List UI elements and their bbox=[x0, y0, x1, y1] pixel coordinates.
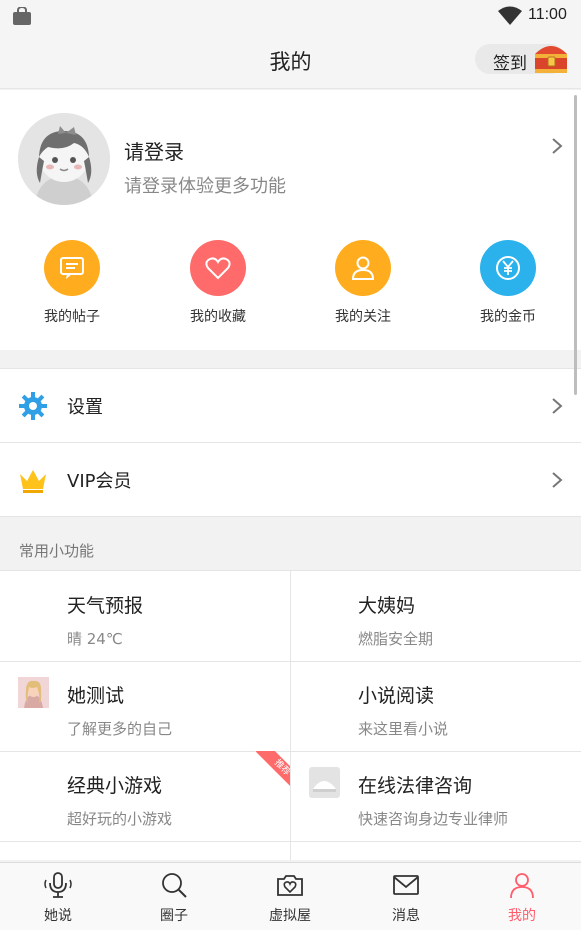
heart-icon bbox=[190, 240, 246, 296]
tab-virtual-house[interactable]: 虚拟屋 bbox=[250, 871, 330, 925]
crown-icon bbox=[20, 470, 46, 493]
my-coins-button[interactable]: 我的金币 bbox=[453, 240, 563, 326]
girl-avatar-icon bbox=[18, 113, 110, 205]
tab-bar: 她说 圈子 虚拟屋 消息 我的 bbox=[0, 862, 581, 930]
feature-title: 天气预报 bbox=[67, 595, 144, 617]
portrait-icon bbox=[18, 677, 49, 708]
tab-she-says[interactable]: 她说 bbox=[18, 871, 98, 925]
period-feature[interactable]: 大姨妈 燃脂安全期 bbox=[291, 571, 581, 661]
checkin-button[interactable]: 签到 bbox=[475, 44, 567, 74]
grid-divider bbox=[0, 841, 581, 842]
feature-subtitle: 燃脂安全期 bbox=[358, 630, 434, 648]
user-icon bbox=[335, 240, 391, 296]
tab-circle[interactable]: 圈子 bbox=[134, 871, 214, 925]
recommend-badge-label: 推荐 bbox=[255, 751, 290, 791]
login-title[interactable]: 请登录 bbox=[124, 136, 184, 165]
feature-subtitle: 超好玩的小游戏 bbox=[67, 810, 173, 828]
feature-subtitle: 晴 24℃ bbox=[67, 630, 123, 648]
my-posts-label: 我的帖子 bbox=[44, 309, 100, 325]
section-title: 常用小功能 bbox=[19, 542, 95, 560]
feature-title: 在线法律咨询 bbox=[358, 775, 473, 797]
profile-card: 请登录 请登录体验更多功能 我的帖子 我的收藏 我的关注 我的金币 bbox=[0, 90, 581, 350]
gear-icon bbox=[19, 392, 47, 420]
legal-icon bbox=[309, 767, 340, 798]
search-icon bbox=[162, 873, 187, 898]
my-favorites-label: 我的收藏 bbox=[190, 309, 246, 325]
chevron-right-icon[interactable] bbox=[550, 136, 564, 156]
my-following-button[interactable]: 我的关注 bbox=[308, 240, 418, 326]
wifi-icon bbox=[498, 6, 522, 25]
coin-icon bbox=[480, 240, 536, 296]
games-feature[interactable]: 经典小游戏 超好玩的小游戏 推荐 bbox=[0, 751, 290, 841]
chevron-right-icon bbox=[552, 472, 563, 488]
tab-label: 圈子 bbox=[160, 908, 188, 924]
vip-label: VIP会员 bbox=[67, 471, 132, 492]
tab-messages[interactable]: 消息 bbox=[366, 871, 446, 925]
status-bar: 11:00 bbox=[0, 0, 581, 32]
my-coins-label: 我的金币 bbox=[480, 309, 536, 325]
feature-subtitle: 了解更多的自己 bbox=[67, 720, 173, 738]
test-feature[interactable]: 她测试 了解更多的自己 bbox=[0, 661, 290, 751]
envelope-icon bbox=[393, 875, 419, 895]
chevron-right-icon bbox=[552, 398, 563, 414]
settings-row[interactable]: 设置 bbox=[0, 369, 581, 442]
feature-title: 经典小游戏 bbox=[67, 775, 163, 797]
settings-label: 设置 bbox=[67, 397, 103, 418]
avatar[interactable] bbox=[18, 113, 110, 205]
tab-label: 消息 bbox=[392, 908, 420, 924]
legal-feature[interactable]: 在线法律咨询 快速咨询身边专业律师 bbox=[291, 751, 581, 841]
weather-feature[interactable]: 天气预报 晴 24℃ bbox=[0, 571, 290, 661]
divider bbox=[0, 516, 581, 517]
person-icon bbox=[510, 873, 534, 899]
tab-mine[interactable]: 我的 bbox=[482, 871, 562, 925]
feature-title: 她测试 bbox=[67, 685, 125, 707]
my-favorites-button[interactable]: 我的收藏 bbox=[163, 240, 273, 326]
checkin-label: 签到 bbox=[493, 54, 527, 74]
feature-grid: 天气预报 晴 24℃ 大姨妈 燃脂安全期 她测试 了解更多的自己 小说阅读 来这… bbox=[0, 570, 581, 860]
my-posts-button[interactable]: 我的帖子 bbox=[17, 240, 127, 326]
tab-label: 虚拟屋 bbox=[269, 908, 311, 924]
login-subtitle: 请登录体验更多功能 bbox=[124, 176, 286, 197]
header: 我的 签到 bbox=[0, 32, 581, 89]
my-following-label: 我的关注 bbox=[335, 309, 391, 325]
tab-label: 她说 bbox=[44, 908, 72, 924]
feature-subtitle: 来这里看小说 bbox=[358, 720, 449, 738]
novel-feature[interactable]: 小说阅读 来这里看小说 bbox=[291, 661, 581, 751]
feature-subtitle: 快速咨询身边专业律师 bbox=[358, 810, 509, 828]
shopping-bag-icon bbox=[13, 7, 31, 25]
post-icon bbox=[44, 240, 100, 296]
scrollbar[interactable] bbox=[574, 95, 577, 395]
recommend-badge: 推荐 bbox=[250, 751, 290, 791]
feature-title: 大姨妈 bbox=[358, 595, 416, 617]
vip-row[interactable]: VIP会员 bbox=[0, 443, 581, 516]
treasure-chest-icon bbox=[535, 46, 567, 73]
feature-title: 小说阅读 bbox=[358, 685, 435, 707]
clock: 11:00 bbox=[528, 6, 567, 23]
microphone-icon bbox=[44, 872, 72, 898]
tab-label: 我的 bbox=[508, 908, 536, 924]
camera-heart-icon bbox=[277, 875, 303, 896]
